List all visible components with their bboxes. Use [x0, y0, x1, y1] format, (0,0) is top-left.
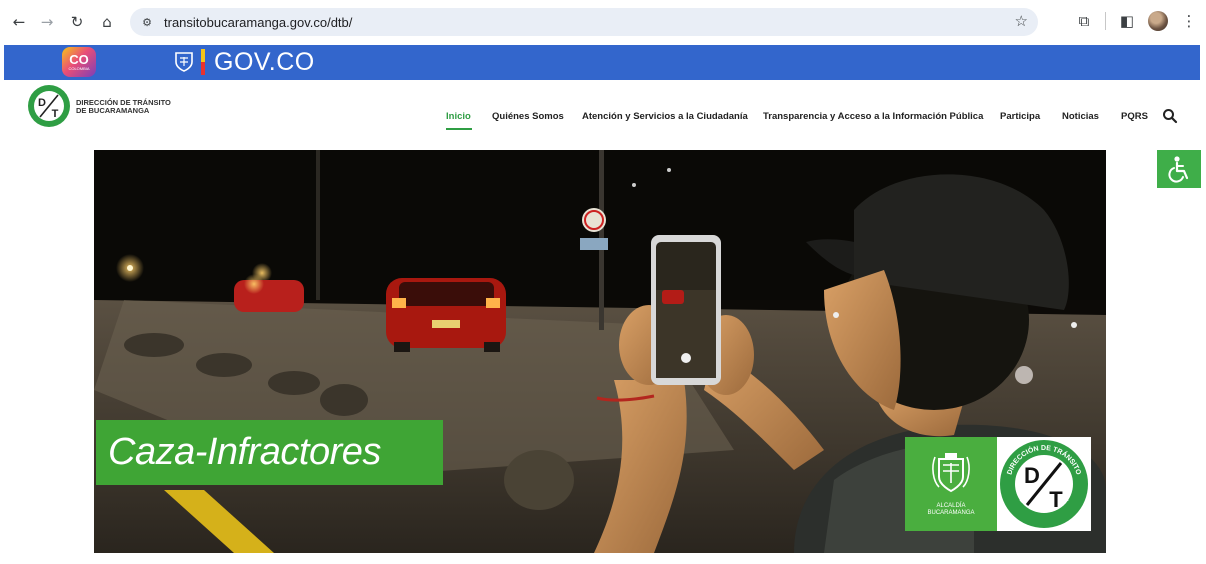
gov-flag-divider — [201, 49, 205, 75]
alcaldia-line2: BUCARAMANGA — [927, 510, 975, 516]
dtb-badge: DIRECCIÓN DE TRÁNSITO BUCARAMANGA D T — [997, 437, 1091, 531]
nav-inicio[interactable]: Inicio — [446, 111, 471, 122]
nav-noticias[interactable]: Noticias — [1062, 111, 1099, 122]
alcaldia-badge: ALCALDÍA BUCARAMANGA — [905, 437, 997, 531]
menu-kebab-icon[interactable]: ⋮ — [1178, 9, 1200, 33]
side-panel-icon[interactable]: ◧ — [1116, 9, 1138, 33]
colombia-co-logo[interactable]: CO COLOMBIA — [62, 47, 96, 77]
address-bar[interactable]: ⚙ transitobucaramanga.gov.co/dtb/ ☆ — [130, 8, 1038, 36]
wheelchair-icon — [1168, 156, 1189, 183]
alcaldia-line1: ALCALDÍA — [936, 503, 966, 509]
nav-participa[interactable]: Participa — [1000, 111, 1040, 122]
colombia-shield-icon — [175, 52, 193, 72]
url-text[interactable]: transitobucaramanga.gov.co/dtb/ — [164, 15, 352, 30]
main-navigation: Inicio Quiénes Somos Atención y Servicio… — [0, 80, 1206, 145]
nav-active-underline — [446, 128, 472, 130]
gov-co-bar: CO COLOMBIA GOV.CO — [4, 45, 1200, 80]
forward-arrow-icon[interactable]: → — [34, 9, 60, 35]
nav-transparencia[interactable]: Transparencia y Acceso a la Información … — [763, 111, 983, 122]
site-info-icon[interactable]: ⚙ — [138, 13, 156, 31]
profile-avatar[interactable] — [1148, 11, 1168, 31]
browser-toolbar: ← → ↻ ⌂ ⚙ transitobucaramanga.gov.co/dtb… — [0, 0, 1206, 44]
alcaldia-crest-icon — [932, 453, 970, 493]
hero-caption-box: Caza-Infractores — [96, 420, 443, 485]
co-logo-text: CO — [69, 52, 89, 67]
reload-icon[interactable]: ↻ — [64, 9, 90, 35]
back-arrow-icon[interactable]: ← — [6, 9, 32, 35]
nav-pqrs[interactable]: PQRS — [1121, 111, 1148, 122]
co-logo-sub: COLOMBIA — [68, 66, 90, 71]
nav-quienes-somos[interactable]: Quiénes Somos — [492, 111, 564, 122]
alcaldia-label: ALCALDÍA BUCARAMANGA — [905, 503, 997, 517]
gov-co-title[interactable]: GOV.CO — [214, 48, 315, 77]
hero-banner[interactable]: Caza-Infractores ALCALDÍA BUCARAMANGA DI… — [94, 150, 1106, 553]
badge-letter-t: T — [1049, 487, 1063, 512]
home-icon[interactable]: ⌂ — [94, 9, 120, 35]
toolbar-divider — [1105, 12, 1106, 30]
bookmark-star-icon[interactable]: ☆ — [1015, 12, 1028, 30]
accessibility-button[interactable] — [1157, 150, 1201, 188]
extensions-icon[interactable]: ⧉ — [1073, 9, 1095, 33]
search-icon[interactable] — [1162, 108, 1178, 124]
nav-atencion-servicios[interactable]: Atención y Servicios a la Ciudadanía — [582, 111, 748, 122]
badge-letter-d: D — [1024, 463, 1040, 488]
hero-caption: Caza-Infractores — [108, 431, 381, 473]
dtb-badge-seal: DIRECCIÓN DE TRÁNSITO BUCARAMANGA D T — [1000, 440, 1088, 528]
site-header: D T DIRECCIÓN DE TRÁNSITO DE BUCARAMANGA… — [0, 80, 1206, 145]
